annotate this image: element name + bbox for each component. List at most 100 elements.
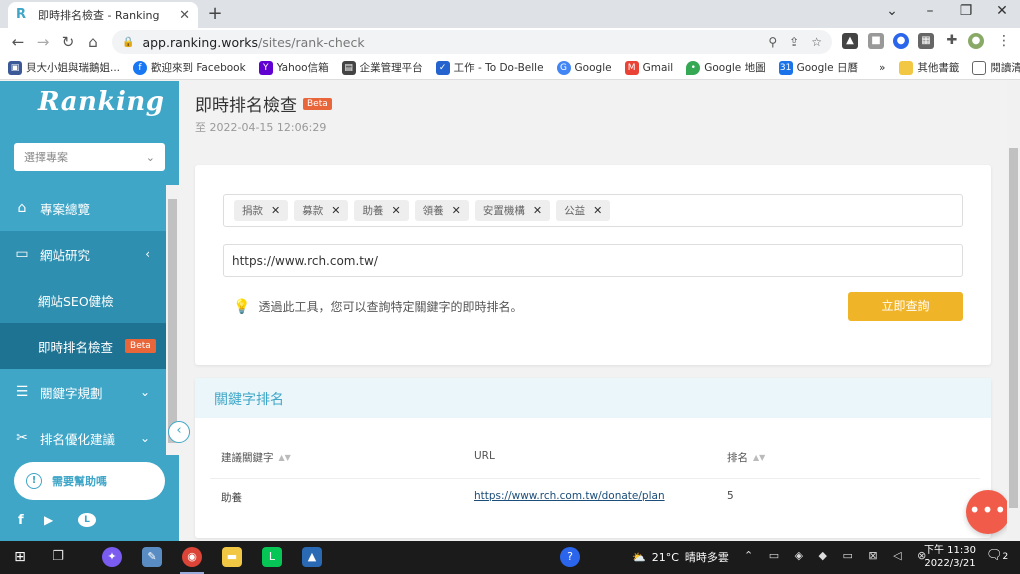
new-tab-icon[interactable]: + (204, 3, 226, 24)
bookmark-item[interactable]: G Google (556, 60, 612, 75)
table-cell-url-link[interactable]: https://www.rch.com.tw/donate/plan (474, 490, 665, 502)
ranking-logo[interactable]: Ranking (38, 87, 164, 117)
address-url: app.ranking.works/sites/rank-check (142, 34, 365, 50)
back-icon[interactable]: ← (8, 33, 28, 51)
tab-close-icon[interactable]: ✕ (179, 8, 190, 23)
timestamp: 至 2022-04-15 12:06:29 (195, 121, 327, 134)
puzzle-icon[interactable]: ✚ (944, 33, 960, 49)
extension-icon[interactable]: ■ (868, 33, 884, 49)
task-view-icon[interactable]: ❐ (48, 547, 68, 567)
url-input[interactable] (223, 244, 963, 277)
main-scrollbar-thumb[interactable] (1009, 148, 1018, 508)
help-button[interactable]: ! 需要幫助嗎 (14, 462, 165, 500)
file-explorer-icon[interactable]: ▬ (222, 547, 242, 567)
chat-fab-button[interactable]: ••• (966, 490, 1010, 534)
sidebar-item-seo-check[interactable]: 網站SEO健檢 (0, 277, 166, 323)
todo-icon: ✓ (435, 60, 450, 75)
sidebar-item-rank-check[interactable]: 即時排名檢查 Beta (0, 323, 166, 369)
bookmark-item[interactable]: ▣ 貝大小姐與瑞鵝姐... (8, 60, 120, 75)
sort-icon: ▲▼ (278, 453, 291, 462)
info-icon: ! (26, 473, 42, 489)
more-icon[interactable]: ⋮ (996, 33, 1012, 49)
tab-search-icon[interactable]: ⌄ (880, 3, 904, 19)
sidebar-scrollbar-thumb[interactable] (168, 199, 177, 443)
keyword-chip[interactable]: 募款 ✕ (294, 200, 349, 221)
partly-cloudy-icon: ⛅ (632, 550, 646, 564)
remove-chip-icon[interactable]: ✕ (593, 204, 602, 217)
keyword-ranking-header (195, 378, 991, 418)
bookmark-item[interactable]: ▤ 企業管理平台 (341, 60, 423, 75)
chevron-down-icon: ⌄ (145, 150, 155, 164)
project-select[interactable]: 選擇專案 ⌄ (14, 143, 165, 171)
share-icon[interactable]: ⇪ (789, 35, 799, 49)
sliders-icon: ☰ (15, 384, 29, 400)
line-icon[interactable]: L (78, 513, 96, 527)
keyword-ranking-title: 關鍵字排名 (214, 392, 284, 408)
photo-icon: ▣ (8, 60, 22, 75)
other-bookmarks[interactable]: 其他書籤 (899, 60, 959, 75)
keyword-chip[interactable]: 領養 ✕ (414, 200, 469, 221)
home-icon[interactable]: ⌂ (83, 33, 103, 51)
column-header-rank[interactable]: 排名 ▲▼ (727, 450, 765, 465)
bookmark-item[interactable]: f 歡迎來到 Facebook (133, 60, 246, 75)
weather-widget[interactable]: ⛅ 21°C 晴時多雲 (632, 549, 729, 565)
forward-icon[interactable]: → (33, 33, 53, 51)
restore-icon[interactable]: ❐ (954, 3, 978, 19)
help-tray-icon[interactable]: ? (560, 547, 580, 567)
collapse-sidebar-icon[interactable]: ‹ (168, 421, 190, 443)
keyword-chip[interactable]: 公益 ✕ (556, 200, 611, 221)
column-header-keyword[interactable]: 建議關鍵字 ▲▼ (221, 450, 291, 465)
sidebar-item-keyword-plan[interactable]: ☰ 關鍵字規劃 ⌄ (0, 369, 166, 415)
browser-tab[interactable]: R 即時排名檢查 - Ranking ✕ (8, 2, 198, 28)
taskbar-clock[interactable]: 下午 11:30 2022/3/21 (922, 544, 978, 570)
bookmark-item[interactable]: • Google 地圖 (686, 60, 766, 75)
messenger-icon[interactable]: ✦ (102, 547, 122, 567)
remove-chip-icon[interactable]: ✕ (452, 204, 461, 217)
remove-chip-icon[interactable]: ✕ (331, 204, 340, 217)
gmail-icon: M (624, 60, 639, 75)
chrome-icon[interactable]: ◉ (182, 547, 202, 567)
chevron-down-icon: ⌄ (139, 431, 150, 445)
bookmarks-bar: ▣ 貝大小姐與瑞鵝姐... f 歡迎來到 Facebook Y Yahoo信箱 ▤ 企業… (0, 56, 1020, 80)
address-bar[interactable]: 🔒 app.ranking.works/sites/rank-check ⚲ ⇪… (112, 30, 832, 54)
reload-icon[interactable]: ↻ (58, 33, 78, 51)
youtube-icon[interactable]: ▶ (44, 513, 53, 527)
table-cell-rank: 5 (727, 490, 734, 502)
keyword-tags-input[interactable]: 捐款 ✕ 募款 ✕ 助養 ✕ 領養 ✕ 安置機構 ✕ 公益 ✕ (223, 194, 963, 227)
bookmark-item[interactable]: 31 Google 日曆 (778, 60, 858, 75)
table-cell-keyword: 助養 (221, 492, 242, 504)
remove-chip-icon[interactable]: ✕ (391, 204, 400, 217)
bookmarks-overflow[interactable]: » (879, 62, 885, 74)
bookmark-item[interactable]: ✓ 工作 - To Do-Belle (435, 60, 544, 75)
keyword-chip[interactable]: 捐款 ✕ (234, 200, 289, 221)
bookmark-item[interactable]: Y Yahoo信箱 (258, 60, 329, 75)
system-tray-icons[interactable]: ⌃ ▭ ◈ ◆ ▭ ⊠ ◁ ⊗ (744, 549, 932, 562)
bookmark-item[interactable]: M Gmail (624, 60, 673, 75)
paint-icon[interactable]: ✎ (142, 547, 162, 567)
photos-icon[interactable]: ▲ (302, 547, 322, 567)
avatar[interactable]: ● (968, 33, 984, 49)
keyword-chip[interactable]: 助養 ✕ (354, 200, 409, 221)
minimize-icon[interactable]: – (918, 3, 942, 19)
close-window-icon[interactable]: ✕ (990, 3, 1014, 19)
search-now-button[interactable]: 立即查詢 (848, 292, 963, 321)
sidebar-item-site-research[interactable]: ▭ 網站研究 ‹ (0, 231, 166, 277)
qr-extension-icon[interactable]: ▦ (918, 33, 934, 49)
keyword-chip[interactable]: 安置機構 ✕ (474, 200, 551, 221)
zoom-icon[interactable]: ⚲ (768, 35, 777, 49)
windows-start-icon[interactable]: ⊞ (10, 547, 30, 567)
facebook-icon[interactable]: f (18, 513, 24, 528)
remove-chip-icon[interactable]: ✕ (533, 204, 542, 217)
sidebar-item-overview[interactable]: ⌂ 專案總覽 (0, 185, 166, 231)
line-app-icon[interactable]: L (262, 547, 282, 567)
folder-icon (899, 60, 914, 75)
notification-center-icon[interactable]: 🗨2 (986, 548, 1008, 563)
reading-list[interactable]: 閱讀清單 (972, 60, 1020, 75)
bookmark-star-icon[interactable]: ☆ (811, 35, 822, 49)
extension-icon[interactable]: ● (893, 33, 909, 49)
sort-icon: ▲▼ (753, 453, 766, 462)
sidebar-item-rank-suggest[interactable]: ✂ 排名優化建議 ⌄ (0, 415, 166, 461)
remove-chip-icon[interactable]: ✕ (271, 204, 280, 217)
page-title: 即時排名檢查 Beta (195, 91, 332, 116)
extension-icon[interactable]: ▲ (842, 33, 858, 49)
